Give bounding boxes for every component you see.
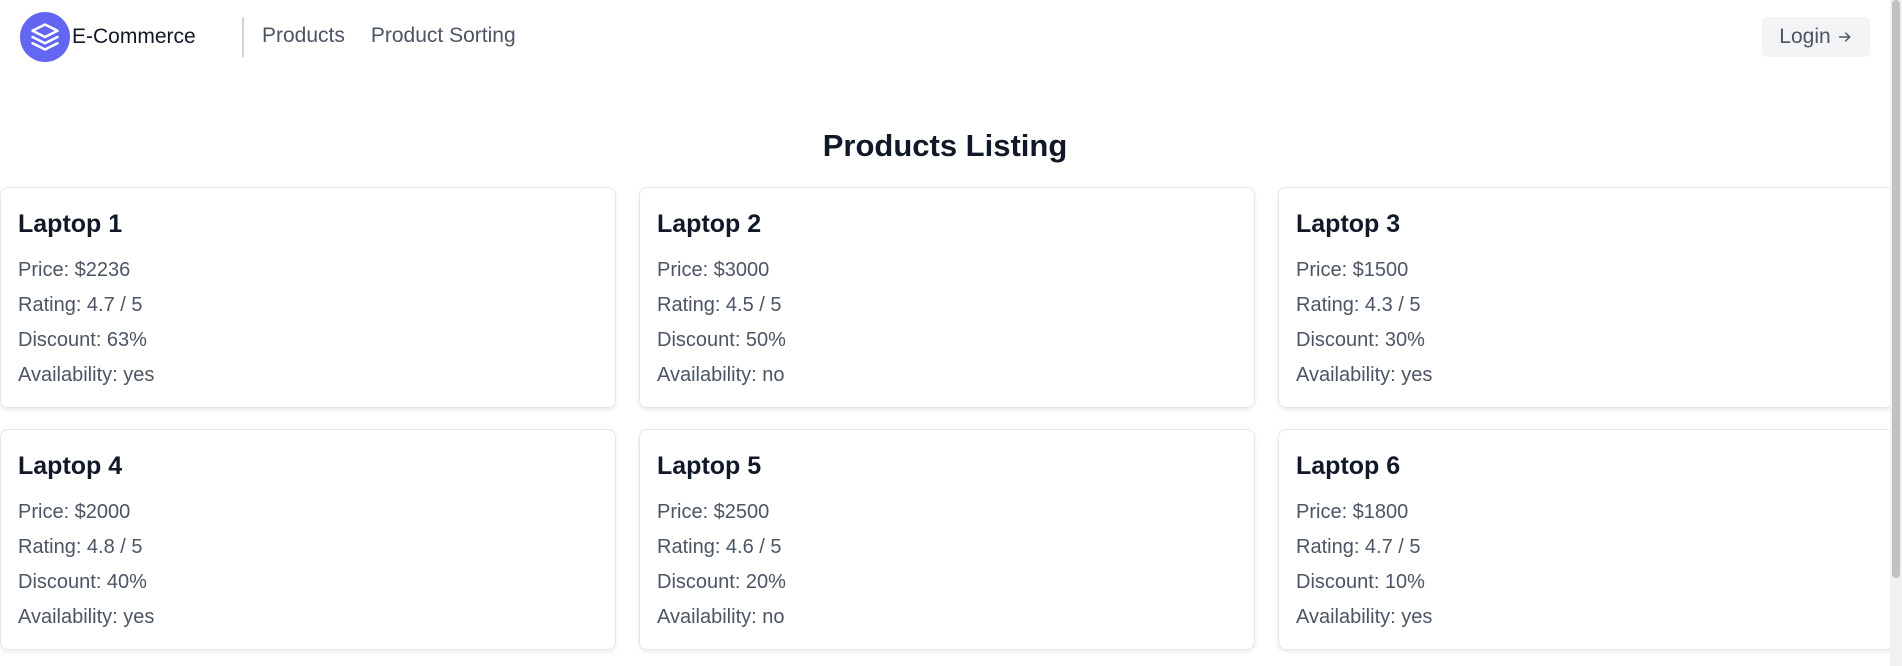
product-card[interactable]: Laptop 6 Price: $1800 Rating: 4.7 / 5 Di… — [1278, 429, 1894, 650]
product-rating: Rating: 4.3 / 5 — [1296, 294, 1421, 316]
layers-icon — [20, 12, 70, 62]
product-discount: Discount: 40% — [18, 571, 147, 593]
product-rating: Rating: 4.7 / 5 — [18, 294, 143, 316]
login-button[interactable]: Login — [1762, 17, 1870, 57]
product-name: Laptop 6 — [1296, 452, 1401, 480]
product-rating: Rating: 4.7 / 5 — [1296, 536, 1421, 558]
product-card[interactable]: Laptop 2 Price: $3000 Rating: 4.5 / 5 Di… — [639, 187, 1255, 408]
product-availability: Availability: no — [657, 364, 785, 386]
product-rating: Rating: 4.6 / 5 — [657, 536, 782, 558]
product-availability: Availability: yes — [1296, 364, 1433, 386]
product-discount: Discount: 63% — [18, 329, 147, 351]
main-nav: Products Product Sorting — [262, 24, 516, 48]
product-discount: Discount: 30% — [1296, 329, 1425, 351]
product-price: Price: $2500 — [657, 501, 770, 523]
product-rating: Rating: 4.5 / 5 — [657, 294, 782, 316]
product-discount: Discount: 10% — [1296, 571, 1425, 593]
product-availability: Availability: no — [657, 606, 785, 628]
product-grid: Laptop 1 Price: $2236 Rating: 4.7 / 5 Di… — [0, 187, 1894, 650]
product-price: Price: $1800 — [1296, 501, 1409, 523]
login-label: Login — [1779, 25, 1831, 48]
product-rating: Rating: 4.8 / 5 — [18, 536, 143, 558]
product-price: Price: $1500 — [1296, 259, 1409, 281]
product-price: Price: $2000 — [18, 501, 131, 523]
page-title: Products Listing — [822, 128, 1068, 163]
scrollbar-thumb[interactable] — [1892, 0, 1900, 578]
product-name: Laptop 1 — [18, 210, 123, 238]
product-card[interactable]: Laptop 4 Price: $2000 Rating: 4.8 / 5 Di… — [0, 429, 616, 650]
brand[interactable]: E-Commerce — [20, 12, 196, 62]
product-name: Laptop 4 — [18, 452, 123, 480]
nav-link-product-sorting[interactable]: Product Sorting — [371, 24, 516, 48]
product-price: Price: $2236 — [18, 259, 131, 281]
nav-link-products[interactable]: Products — [262, 24, 345, 48]
product-availability: Availability: yes — [1296, 606, 1433, 628]
product-card[interactable]: Laptop 3 Price: $1500 Rating: 4.3 / 5 Di… — [1278, 187, 1894, 408]
top-navbar: E-Commerce Products Product Sorting Logi… — [0, 0, 1902, 74]
arrow-right-icon — [1838, 32, 1851, 42]
page: E-Commerce Products Product Sorting Logi… — [0, 0, 1902, 666]
brand-name: E-Commerce — [72, 25, 196, 48]
product-card[interactable]: Laptop 1 Price: $2236 Rating: 4.7 / 5 Di… — [0, 187, 616, 408]
product-availability: Availability: yes — [18, 606, 155, 628]
product-availability: Availability: yes — [18, 364, 155, 386]
product-name: Laptop 2 — [657, 210, 762, 238]
product-card[interactable]: Laptop 5 Price: $2500 Rating: 4.6 / 5 Di… — [639, 429, 1255, 650]
product-discount: Discount: 20% — [657, 571, 786, 593]
header-divider — [242, 17, 244, 57]
product-name: Laptop 5 — [657, 452, 762, 480]
vertical-scrollbar[interactable] — [1890, 0, 1902, 666]
product-discount: Discount: 50% — [657, 329, 786, 351]
product-price: Price: $3000 — [657, 259, 770, 281]
product-name: Laptop 3 — [1296, 210, 1401, 238]
